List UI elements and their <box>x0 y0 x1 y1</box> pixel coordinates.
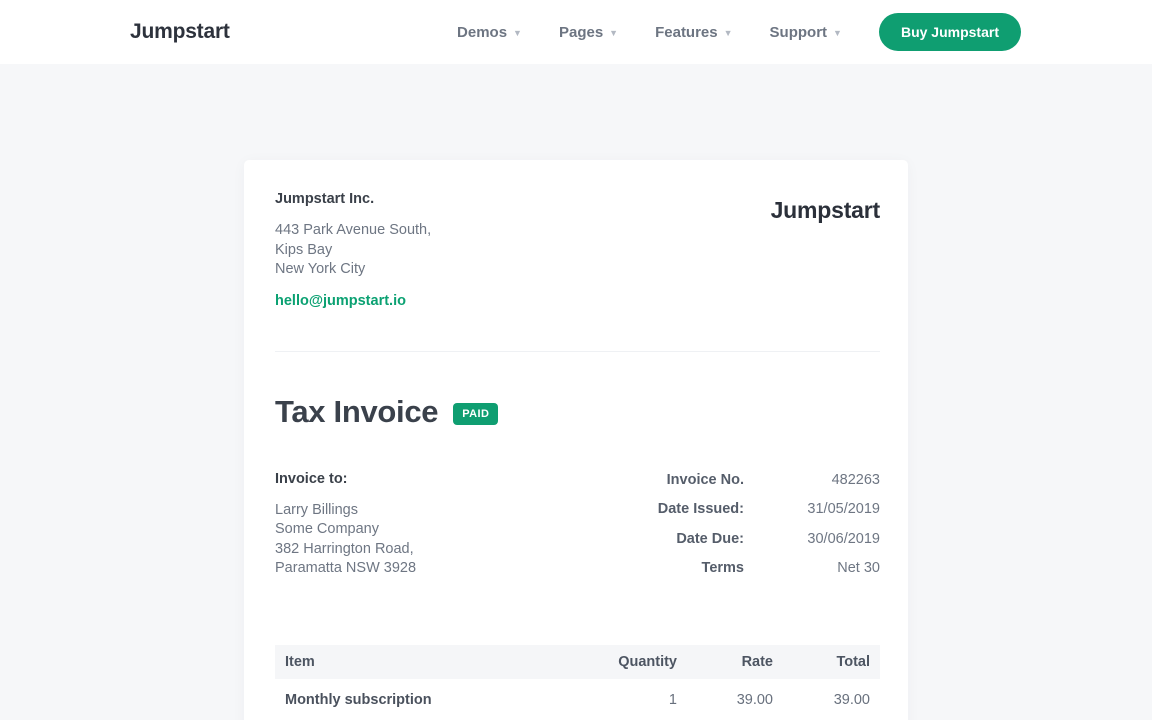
detail-label-terms: Terms <box>701 560 744 576</box>
paid-status-badge: PAID <box>453 402 499 425</box>
cell-rate: 39.00 <box>736 691 773 708</box>
company-address-line: New York City <box>275 261 366 277</box>
bill-to-block: Invoice to: Larry Billings Some Company … <box>275 471 416 579</box>
detail-value-date-due: 30/06/2019 <box>807 530 880 547</box>
top-navigation-bar: Jumpstart Demos ▼ Pages ▼ Features ▼ Sup… <box>0 0 1152 64</box>
column-header-quantity: Quantity <box>577 644 687 679</box>
detail-value-date-issued: 31/05/2019 <box>807 501 880 517</box>
line-items-table: Item Quantity Rate Total Monthly subscri… <box>275 644 880 720</box>
detail-label-date-issued: Date Issued: <box>657 501 744 517</box>
nav-item-pages[interactable]: Pages ▼ <box>559 24 618 41</box>
nav-right-group: Demos ▼ Pages ▼ Features ▼ Support ▼ Buy… <box>457 13 1021 51</box>
bill-to-line: Some Company <box>275 521 379 537</box>
column-header-item: Item <box>275 644 577 679</box>
detail-label-date-due: Date Due: <box>676 530 744 547</box>
cell-quantity: 1 <box>668 691 677 708</box>
bill-to-line: Larry Billings <box>275 501 358 518</box>
table-header-row: Item Quantity Rate Total <box>275 644 880 679</box>
invoice-brand-logo: Jumpstart <box>770 197 881 223</box>
detail-label-invoice-no: Invoice No. <box>666 471 744 488</box>
nav-item-label: Pages <box>558 23 604 41</box>
invoice-details-block: Invoice No. 482263 Date Issued: 31/05/20… <box>658 472 880 579</box>
table-row: Monthly subscription 1 39.00 39.00 <box>275 679 880 720</box>
bill-to-line: Paramatta NSW 3928 <box>275 560 417 576</box>
detail-value-terms: Net 30 <box>837 560 880 576</box>
company-header-row: Jumpstart Inc. 443 Park Avenue South, Ki… <box>275 191 880 310</box>
company-name: Jumpstart Inc. <box>275 191 375 207</box>
chevron-down-icon: ▼ <box>723 27 733 38</box>
cell-item: Monthly subscription <box>285 691 432 708</box>
company-address-line: 443 Park Avenue South, <box>275 222 432 238</box>
nav-links: Demos ▼ Pages ▼ Features ▼ Support ▼ <box>457 24 842 41</box>
nav-item-label: Features <box>655 23 718 41</box>
chevron-down-icon: ▼ <box>513 27 522 38</box>
bill-to-line: 382 Harrington Road, <box>275 540 414 557</box>
chevron-down-icon: ▼ <box>833 27 842 38</box>
cell-total: 39.00 <box>833 691 870 708</box>
nav-item-support[interactable]: Support ▼ <box>770 24 842 41</box>
nav-item-label: Demos <box>457 23 508 41</box>
buy-jumpstart-button[interactable]: Buy Jumpstart <box>878 13 1021 51</box>
invoice-parties-row: Invoice to: Larry Billings Some Company … <box>275 471 880 579</box>
column-header-total: Total <box>783 644 880 679</box>
nav-item-label: Support <box>769 23 828 41</box>
section-divider <box>275 350 880 352</box>
invoice-title-row: Tax Invoice PAID <box>275 394 880 430</box>
bill-to-label: Invoice to: <box>275 470 348 487</box>
invoice-card: Jumpstart Inc. 443 Park Avenue South, Ki… <box>244 160 908 720</box>
column-header-rate: Rate <box>687 644 783 679</box>
nav-item-demos[interactable]: Demos ▼ <box>457 24 522 41</box>
company-email-link[interactable]: hello@jumpstart.io <box>275 293 406 309</box>
detail-value-invoice-no: 482263 <box>831 471 880 488</box>
page-title: Tax Invoice <box>275 393 439 429</box>
chevron-down-icon: ▼ <box>609 27 619 38</box>
nav-item-features[interactable]: Features ▼ <box>655 24 732 41</box>
company-address-line: Kips Bay <box>275 241 333 258</box>
company-info: Jumpstart Inc. 443 Park Avenue South, Ki… <box>275 191 431 310</box>
site-logo[interactable]: Jumpstart <box>130 20 230 44</box>
